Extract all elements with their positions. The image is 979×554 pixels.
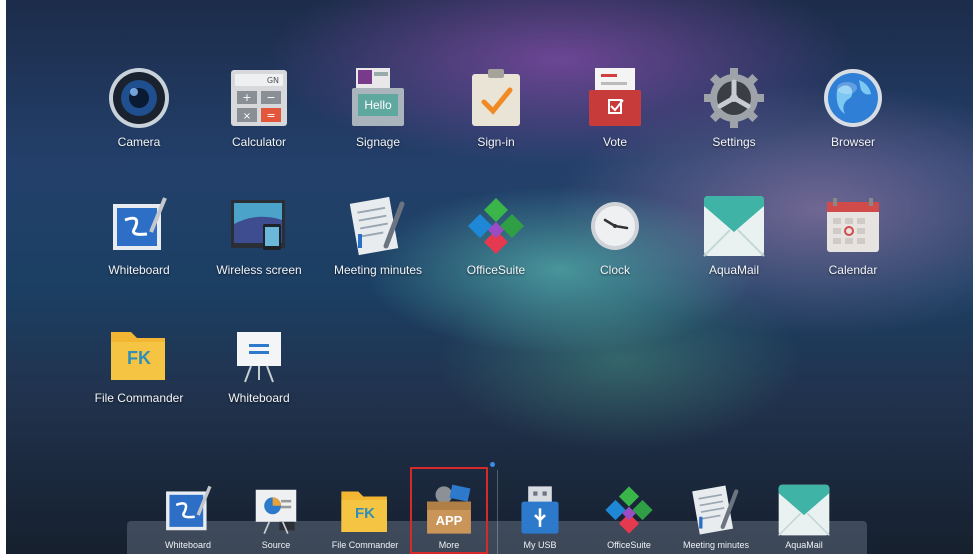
settings-icon bbox=[702, 66, 766, 130]
dock-item-source[interactable]: Source bbox=[236, 483, 316, 550]
page-indicator-dot bbox=[490, 462, 495, 467]
calendar-icon bbox=[821, 194, 885, 258]
app-label: Browser bbox=[830, 135, 875, 149]
sign-in-icon bbox=[464, 66, 528, 130]
app-file-commander[interactable]: FK File Commander bbox=[84, 322, 194, 405]
calculator-icon: GN + − × = bbox=[227, 66, 291, 130]
app-camera[interactable]: Camera bbox=[84, 66, 194, 149]
app-signage[interactable]: Hello Signage bbox=[323, 66, 433, 149]
dock-item-label: AquaMail bbox=[785, 540, 823, 550]
meeting-minutes-icon bbox=[689, 483, 743, 537]
file-commander-icon-text: FK bbox=[355, 505, 375, 522]
app-label: Camera bbox=[117, 135, 161, 149]
camera-icon bbox=[107, 66, 171, 130]
clock-icon bbox=[583, 194, 647, 258]
dock-item-label: Source bbox=[261, 540, 291, 550]
signage-icon: Hello bbox=[346, 66, 410, 130]
app-label: Clock bbox=[599, 263, 630, 277]
app-label: Sign-in bbox=[477, 135, 515, 149]
app-settings[interactable]: Settings bbox=[679, 66, 789, 149]
dock-separator bbox=[497, 470, 498, 554]
app-wireless-screen[interactable]: Wireless screen bbox=[204, 194, 314, 277]
dock-item-meeting-minutes[interactable]: Meeting minutes bbox=[676, 483, 756, 550]
app-meeting-minutes[interactable]: Meeting minutes bbox=[323, 194, 433, 277]
app-whiteboard[interactable]: Whiteboard bbox=[84, 194, 194, 277]
app-label: Calendar bbox=[828, 263, 878, 277]
app-label: Vote bbox=[602, 135, 628, 149]
app-calendar[interactable]: Calendar bbox=[798, 194, 908, 277]
dock-item-my-usb[interactable]: My USB bbox=[500, 483, 580, 550]
file-commander-icon: FK bbox=[338, 483, 392, 537]
vote-icon bbox=[583, 66, 647, 130]
dock-item-label: OfficeSuite bbox=[607, 540, 651, 550]
app-aquamail[interactable]: AquaMail bbox=[679, 194, 789, 277]
usb-icon bbox=[513, 483, 567, 537]
dock-item-officesuite[interactable]: OfficeSuite bbox=[589, 483, 669, 550]
app-label: Whiteboard bbox=[108, 263, 170, 277]
app-officesuite[interactable]: OfficeSuite bbox=[441, 194, 551, 277]
whiteboard-icon bbox=[161, 483, 215, 537]
wireless-screen-icon bbox=[227, 194, 291, 258]
app-label: Signage bbox=[355, 135, 401, 149]
browser-icon bbox=[821, 66, 885, 130]
app-calculator[interactable]: GN + − × = Calculator bbox=[204, 66, 314, 149]
app-label: Whiteboard bbox=[228, 391, 290, 405]
app-label: AquaMail bbox=[708, 263, 760, 277]
dock-item-aquamail[interactable]: AquaMail bbox=[764, 483, 844, 550]
whiteboard-icon bbox=[107, 194, 171, 258]
dock-item-label: Whiteboard bbox=[164, 540, 212, 550]
svg-text:+: + bbox=[242, 91, 251, 104]
left-frame-edge bbox=[0, 0, 6, 554]
aquamail-icon bbox=[702, 194, 766, 258]
app-label: Wireless screen bbox=[216, 263, 302, 277]
dock-item-label: My USB bbox=[523, 540, 557, 550]
officesuite-icon bbox=[602, 483, 656, 537]
source-icon bbox=[249, 483, 303, 537]
file-commander-icon: FK bbox=[107, 322, 171, 386]
dock-item-whiteboard[interactable]: Whiteboard bbox=[148, 483, 228, 550]
svg-text:−: − bbox=[266, 91, 275, 104]
dock-item-label: Meeting minutes bbox=[682, 540, 750, 550]
signage-icon-text: Hello bbox=[364, 98, 392, 112]
app-clock[interactable]: Clock bbox=[560, 194, 670, 277]
svg-text:×: × bbox=[243, 111, 251, 122]
meeting-minutes-icon bbox=[346, 194, 410, 258]
app-label: Settings bbox=[712, 135, 756, 149]
app-label: Meeting minutes bbox=[333, 263, 423, 277]
officesuite-icon bbox=[464, 194, 528, 258]
svg-text:=: = bbox=[266, 109, 275, 122]
selection-highlight bbox=[410, 467, 488, 554]
right-frame-edge bbox=[973, 0, 979, 554]
aquamail-icon bbox=[777, 483, 831, 537]
app-label: OfficeSuite bbox=[466, 263, 526, 277]
app-label: Calculator bbox=[231, 135, 287, 149]
dock-item-label: File Commander bbox=[331, 540, 399, 550]
app-sign-in[interactable]: Sign-in bbox=[441, 66, 551, 149]
app-whiteboard-easel[interactable]: Whiteboard bbox=[204, 322, 314, 405]
app-vote[interactable]: Vote bbox=[560, 66, 670, 149]
file-commander-icon-text: FK bbox=[127, 348, 151, 368]
svg-text:GN: GN bbox=[267, 76, 279, 85]
app-browser[interactable]: Browser bbox=[798, 66, 908, 149]
app-label: File Commander bbox=[94, 391, 184, 405]
whiteboard-easel-icon bbox=[227, 322, 291, 386]
dock-item-file-commander[interactable]: FK File Commander bbox=[325, 483, 405, 550]
